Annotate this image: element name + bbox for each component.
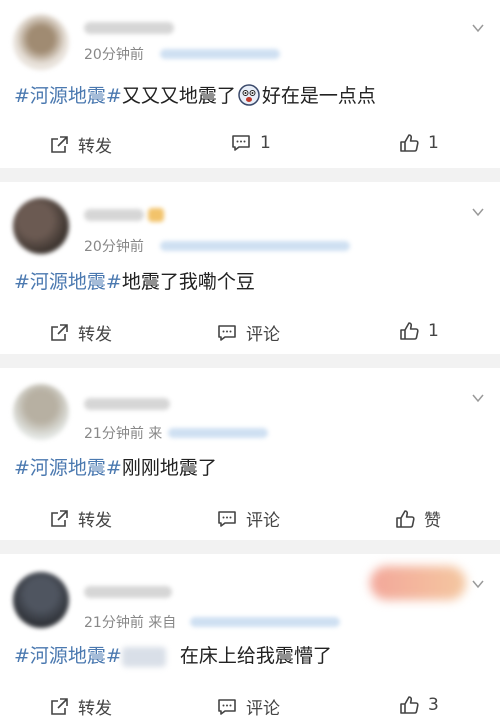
time-text: 21分钟前 bbox=[84, 615, 144, 631]
thumbs-up-icon bbox=[400, 322, 419, 340]
repost-label: 转发 bbox=[78, 325, 112, 345]
comment-button[interactable]: 评论 bbox=[216, 320, 280, 345]
post-body-text: 又又又地震了 bbox=[121, 85, 236, 107]
post-text: #河源地震# 在床上给我震懵了 bbox=[14, 644, 332, 668]
thumbs-up-icon bbox=[400, 134, 419, 152]
hashtag-link[interactable]: #河源地震# bbox=[14, 645, 122, 667]
avatar[interactable] bbox=[13, 14, 69, 70]
chevron-down-icon[interactable] bbox=[472, 22, 484, 34]
badge-blurred bbox=[148, 208, 164, 222]
comment-label: 评论 bbox=[246, 325, 280, 345]
repost-label: 转发 bbox=[78, 511, 112, 531]
post-time: 21分钟前 来自 bbox=[84, 612, 176, 632]
hashtag-link[interactable]: #河源地震# bbox=[14, 85, 122, 107]
chevron-down-icon[interactable] bbox=[472, 578, 484, 590]
comment-icon bbox=[218, 698, 236, 715]
repost-button[interactable]: 转发 bbox=[48, 506, 112, 531]
comment-icon bbox=[218, 510, 236, 527]
comment-label: 评论 bbox=[246, 511, 280, 531]
like-button[interactable]: 3 bbox=[398, 694, 439, 716]
post-body-text: 地震了我嘞个豆 bbox=[121, 271, 255, 293]
source-prefix: 来 bbox=[148, 426, 163, 442]
repost-button[interactable]: 转发 bbox=[48, 694, 112, 719]
chevron-down-icon[interactable] bbox=[472, 392, 484, 404]
post-text: #河源地震#刚刚地震了 bbox=[14, 456, 217, 480]
post-time: 20分钟前 bbox=[84, 47, 144, 63]
post-card[interactable]: 20分钟前 #河源地震#又又又地震了 好在是一点点 转发 1 1 bbox=[0, 0, 500, 168]
avatar[interactable] bbox=[13, 384, 69, 440]
like-count: 1 bbox=[428, 321, 439, 341]
comment-count: 1 bbox=[260, 133, 271, 153]
repost-label: 转发 bbox=[78, 699, 112, 719]
source-blurred bbox=[160, 241, 350, 251]
repost-icon bbox=[51, 135, 68, 153]
repost-label: 转发 bbox=[78, 137, 112, 157]
like-count: 1 bbox=[428, 133, 439, 153]
post-body-text: 刚刚地震了 bbox=[121, 457, 217, 479]
source-blurred bbox=[190, 617, 340, 627]
repost-button[interactable]: 转发 bbox=[48, 320, 112, 345]
comment-button[interactable]: 1 bbox=[230, 132, 271, 154]
thumbs-up-icon bbox=[396, 509, 415, 528]
thumbs-up-icon bbox=[400, 696, 419, 714]
like-button[interactable]: 1 bbox=[398, 320, 439, 342]
avatar[interactable] bbox=[13, 198, 69, 254]
post-text: #河源地震#又又又地震了 好在是一点点 bbox=[14, 84, 376, 108]
like-button[interactable]: 赞 bbox=[394, 506, 441, 531]
repost-icon bbox=[51, 323, 68, 341]
username-blurred[interactable] bbox=[84, 209, 144, 221]
time-text: 21分钟前 bbox=[84, 426, 144, 442]
post-time: 21分钟前 来 bbox=[84, 423, 162, 443]
like-button[interactable]: 1 bbox=[398, 132, 439, 154]
hashtag-link[interactable]: #河源地震# bbox=[14, 271, 122, 293]
ad-banner-blurred[interactable] bbox=[370, 566, 466, 600]
username-blurred[interactable] bbox=[84, 22, 174, 34]
username-blurred[interactable] bbox=[84, 398, 170, 410]
post-card[interactable]: 21分钟前 来 #河源地震#刚刚地震了 转发 评论 赞 bbox=[0, 368, 500, 540]
comment-icon bbox=[232, 135, 250, 151]
like-label: 赞 bbox=[424, 511, 441, 531]
avatar[interactable] bbox=[13, 572, 69, 628]
post-time: 20分钟前 bbox=[84, 239, 144, 255]
post-body-text: 在床上给我震懵了 bbox=[179, 645, 332, 667]
username-blurred[interactable] bbox=[84, 586, 172, 598]
repost-icon bbox=[51, 509, 68, 527]
post-text: #河源地震#地震了我嘞个豆 bbox=[14, 270, 255, 294]
hashtag-link[interactable]: #河源地震# bbox=[14, 457, 122, 479]
comment-button[interactable]: 评论 bbox=[216, 694, 280, 719]
chevron-down-icon[interactable] bbox=[472, 206, 484, 218]
like-count: 3 bbox=[428, 695, 439, 715]
scared-face-icon bbox=[238, 84, 260, 106]
post-card[interactable]: 20分钟前 #河源地震#地震了我嘞个豆 转发 评论 1 bbox=[0, 182, 500, 354]
text-blurred bbox=[121, 646, 166, 667]
source-prefix: 来自 bbox=[148, 615, 177, 631]
repost-button[interactable]: 转发 bbox=[48, 132, 112, 157]
comment-button[interactable]: 评论 bbox=[216, 506, 280, 531]
weibo-feed: 20分钟前 #河源地震#又又又地震了 好在是一点点 转发 1 1 20分钟前 #… bbox=[0, 0, 500, 726]
post-body-text: 好在是一点点 bbox=[261, 85, 376, 107]
comment-icon bbox=[218, 324, 236, 341]
repost-icon bbox=[51, 697, 68, 715]
source-blurred bbox=[160, 49, 280, 59]
post-card[interactable]: 21分钟前 来自 #河源地震# 在床上给我震懵了 转发 评论 3 bbox=[0, 554, 500, 726]
source-blurred bbox=[168, 428, 268, 438]
comment-label: 评论 bbox=[246, 699, 280, 719]
